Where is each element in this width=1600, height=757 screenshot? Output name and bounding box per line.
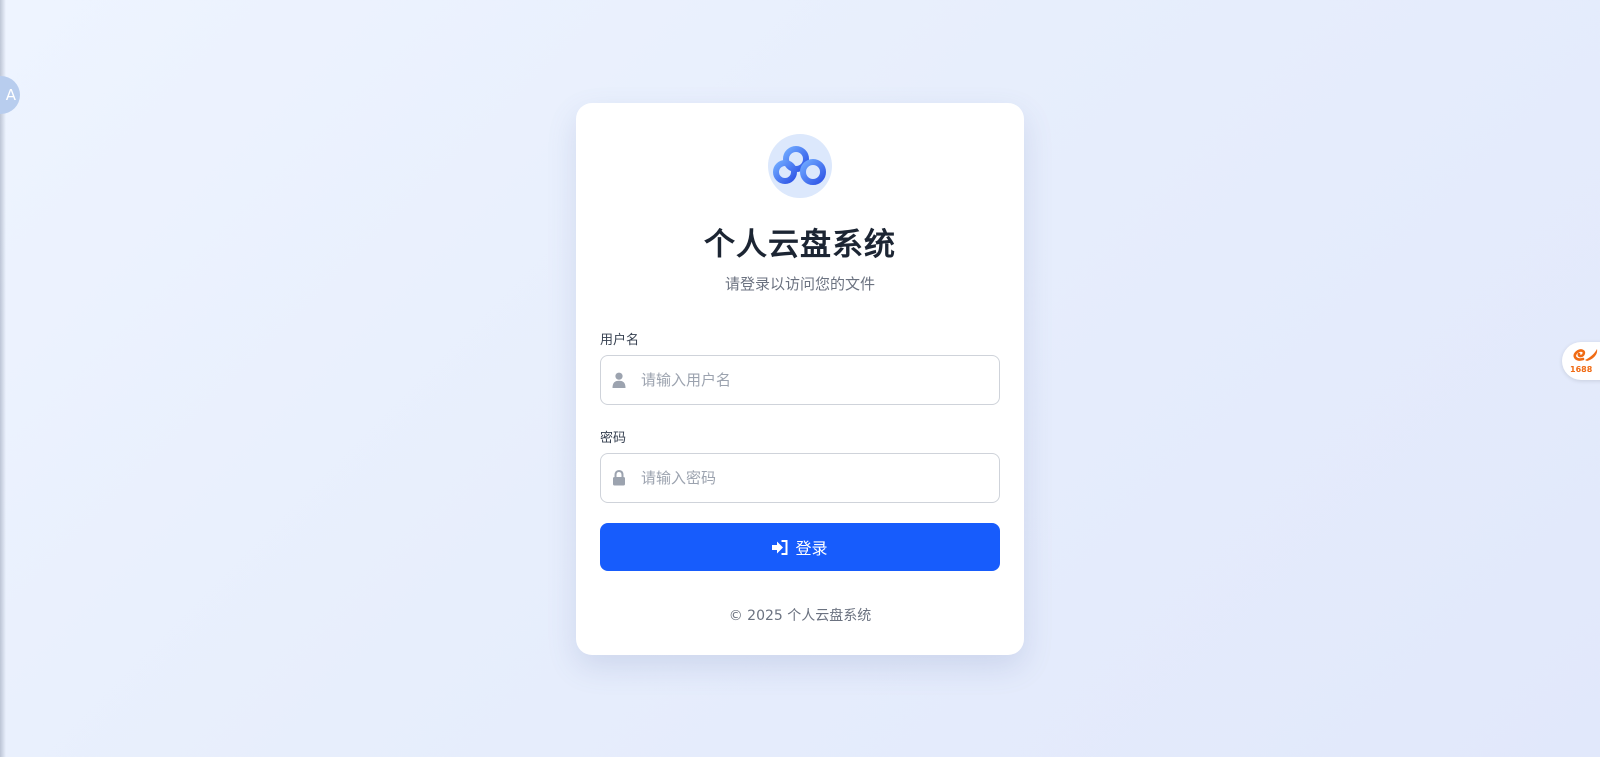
login-card: 个人云盘系统 请登录以访问您的文件 用户名 密码 登录 © 2025 个人云盘系…	[576, 103, 1024, 655]
username-label: 用户名	[600, 333, 640, 348]
login-button[interactable]: 登录	[600, 523, 1000, 571]
lock-icon	[613, 470, 625, 486]
sign-in-icon	[772, 539, 788, 555]
translate-float-label: A	[5, 86, 16, 104]
alibaba-1688-icon	[1573, 349, 1598, 361]
password-input[interactable]	[641, 454, 991, 502]
username-field[interactable]	[600, 355, 1000, 405]
logo	[768, 134, 832, 198]
alibaba-1688-label: 1688	[1570, 365, 1593, 374]
page-title: 个人云盘系统	[704, 227, 896, 263]
copyright-footer: © 2025 个人云盘系统	[728, 608, 872, 624]
translate-float-button[interactable]: A	[0, 76, 20, 114]
user-icon	[612, 372, 626, 388]
password-field[interactable]	[600, 453, 1000, 503]
page-subtitle: 请登录以访问您的文件	[724, 275, 875, 293]
password-label: 密码	[600, 431, 627, 446]
alibaba-1688-float-button[interactable]: 1688	[1562, 342, 1600, 380]
cloud-icon	[773, 146, 826, 185]
username-input[interactable]	[641, 356, 991, 404]
login-button-label: 登录	[795, 539, 828, 558]
